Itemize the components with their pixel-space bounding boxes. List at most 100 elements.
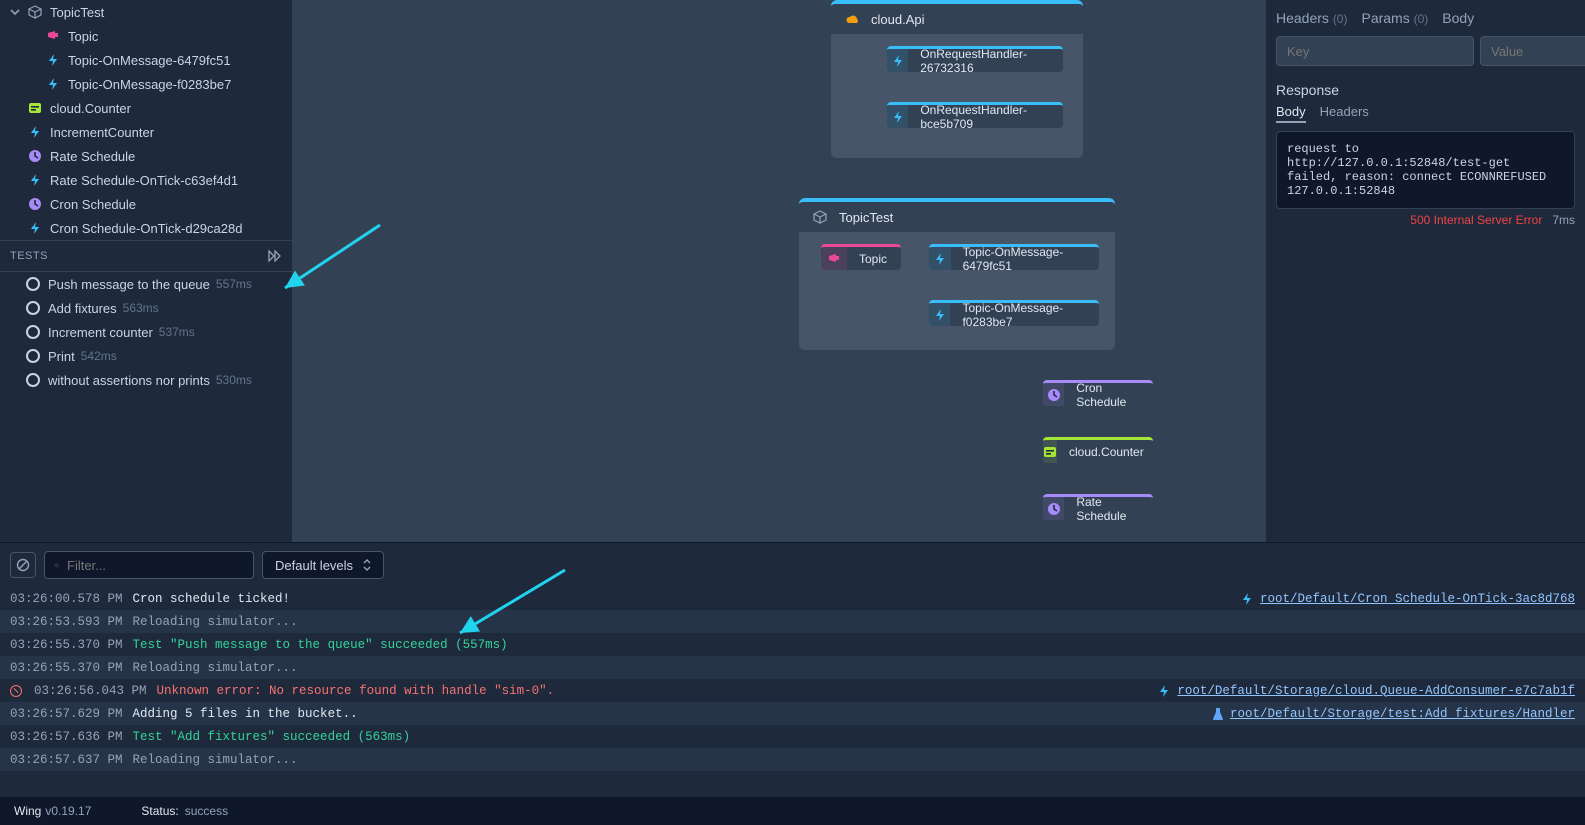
group-header: cloud.Api bbox=[831, 4, 1083, 34]
run-all-tests-icon[interactable] bbox=[268, 250, 282, 262]
log-row: 03:26:57.636 PM Test "Add fixtures" succe… bbox=[0, 725, 1585, 748]
test-item[interactable]: without assertions nor prints530ms bbox=[0, 368, 292, 392]
node-label: Topic bbox=[847, 252, 899, 266]
bolt-icon bbox=[44, 75, 62, 93]
log-source-link[interactable]: root/Default/Storage/test:Add fixtures/H… bbox=[1212, 707, 1575, 721]
graph-canvas[interactable]: cloud.Api OnRequestHandler-26732316 OnRequ… bbox=[293, 0, 1265, 542]
log-source-link[interactable]: root/Default/Cron Schedule-OnTick-3ac8d7… bbox=[1240, 592, 1575, 606]
node-label: cloud.Counter bbox=[1057, 445, 1156, 459]
flask-icon bbox=[1212, 707, 1224, 721]
test-duration: 542ms bbox=[81, 349, 117, 363]
status-bar: Wing v0.19.17 Status: success bbox=[0, 797, 1585, 825]
graph-node[interactable]: Cron Schedule bbox=[1043, 380, 1153, 406]
graph-node[interactable]: Topic-OnMessage-6479fc51 bbox=[929, 244, 1099, 270]
log-row: 03:26:56.043 PMUnknown error: No resourc… bbox=[0, 679, 1585, 702]
tree-item[interactable]: Cron Schedule-OnTick-d29ca28d bbox=[0, 216, 292, 240]
test-label: Increment counter bbox=[48, 325, 153, 340]
log-levels-select[interactable]: Default levels bbox=[262, 551, 384, 579]
log-row: 03:26:57.637 PMReloading simulator... bbox=[0, 748, 1585, 771]
graph-node[interactable]: Topic bbox=[821, 244, 901, 270]
test-item[interactable]: Print542ms bbox=[0, 344, 292, 368]
clock-icon bbox=[26, 147, 44, 165]
log-message: Cron schedule ticked! bbox=[133, 592, 291, 606]
request-tab[interactable]: Params (0) bbox=[1361, 10, 1428, 26]
clock-icon bbox=[26, 195, 44, 213]
tree-item-label: cloud.Counter bbox=[50, 101, 131, 116]
test-status-icon bbox=[26, 277, 40, 291]
test-status-icon bbox=[26, 325, 40, 339]
chevron-down-icon[interactable] bbox=[10, 7, 26, 17]
value-input[interactable] bbox=[1480, 36, 1585, 66]
test-item[interactable]: Add fixtures563ms bbox=[0, 296, 292, 320]
log-message: Reloading simulator... bbox=[133, 615, 298, 629]
graph-node[interactable]: Topic-OnMessage-f0283be7 bbox=[929, 300, 1099, 326]
log-message: Unknown error: No resource found with ha… bbox=[157, 684, 555, 698]
log-row: 03:26:55.370 PMReloading simulator... bbox=[0, 656, 1585, 679]
tests-title: TESTS bbox=[10, 250, 48, 262]
bolt-icon bbox=[1157, 684, 1171, 698]
console-filter[interactable] bbox=[44, 551, 254, 579]
log-row: 03:26:55.370 PMTest "Push message to the… bbox=[0, 633, 1585, 656]
cube-icon bbox=[26, 3, 44, 21]
response-tab[interactable]: Headers bbox=[1320, 104, 1369, 123]
node-label: OnRequestHandler-bce5b709 bbox=[908, 103, 1063, 131]
graph-node[interactable]: Rate Schedule bbox=[1043, 494, 1153, 520]
test-status-icon bbox=[26, 373, 40, 387]
test-item[interactable]: Push message to the queue557ms bbox=[0, 272, 292, 296]
log-message: Test "Add fixtures" succeeded (563ms) bbox=[133, 730, 411, 744]
bolt-icon bbox=[929, 303, 950, 326]
tree-item[interactable]: Cron Schedule bbox=[0, 192, 292, 216]
request-tab[interactable]: Headers (0) bbox=[1276, 10, 1347, 26]
topic-icon bbox=[44, 27, 62, 45]
console-filter-input[interactable] bbox=[67, 558, 243, 573]
log-timestamp: 03:26:55.370 PM bbox=[10, 661, 123, 675]
tree-item-label: Topic bbox=[68, 29, 98, 44]
graph-group[interactable]: cloud.Api bbox=[831, 0, 1083, 158]
response-latency: 7ms bbox=[1552, 213, 1575, 227]
tree-item[interactable]: Rate Schedule-OnTick-c63ef4d1 bbox=[0, 168, 292, 192]
request-tab[interactable]: Body bbox=[1442, 10, 1474, 26]
graph-node[interactable]: OnRequestHandler-bce5b709 bbox=[887, 102, 1063, 128]
log-timestamp: 03:26:00.578 PM bbox=[10, 592, 123, 606]
product-name: Wing bbox=[14, 804, 41, 818]
response-tab[interactable]: Body bbox=[1276, 104, 1306, 123]
log-timestamp: 03:26:57.636 PM bbox=[10, 730, 123, 744]
key-input[interactable] bbox=[1276, 36, 1474, 66]
tree-item-label: Rate Schedule bbox=[50, 149, 135, 164]
tests-section: TESTS Push message to the queue557msAdd … bbox=[0, 240, 292, 392]
test-item[interactable]: Increment counter537ms bbox=[0, 320, 292, 344]
resource-tree: TopicTest Topic Topic-OnMessage-6479fc51 To… bbox=[0, 0, 292, 240]
status-label: Status: bbox=[141, 804, 178, 818]
tree-item[interactable]: Topic bbox=[0, 24, 292, 48]
tree-item[interactable]: TopicTest bbox=[0, 0, 292, 24]
tree-item[interactable]: Topic-OnMessage-f0283be7 bbox=[0, 72, 292, 96]
tree-item-label: Cron Schedule bbox=[50, 197, 136, 212]
test-duration: 557ms bbox=[216, 277, 252, 291]
graph-node[interactable]: OnRequestHandler-26732316 bbox=[887, 46, 1063, 72]
bolt-icon bbox=[26, 171, 44, 189]
bolt-icon bbox=[929, 247, 951, 270]
group-header: TopicTest bbox=[799, 202, 1115, 232]
inspector-panel: Headers (0) Params (0) Body Response Body H… bbox=[1265, 0, 1585, 542]
graph-node[interactable]: cloud.Counter bbox=[1043, 437, 1153, 463]
tree-item[interactable]: Topic-OnMessage-6479fc51 bbox=[0, 48, 292, 72]
clock-icon bbox=[1043, 497, 1064, 520]
response-status-row: 500 Internal Server Error 7ms bbox=[1276, 213, 1575, 227]
bolt-icon bbox=[44, 51, 62, 69]
counter-icon bbox=[26, 99, 44, 117]
log-timestamp: 03:26:53.593 PM bbox=[10, 615, 123, 629]
bolt-icon bbox=[1240, 592, 1254, 606]
node-label: Rate Schedule bbox=[1064, 495, 1153, 523]
test-status-icon bbox=[26, 301, 40, 315]
tree-item[interactable]: cloud.Counter bbox=[0, 96, 292, 120]
clear-console-button[interactable] bbox=[10, 552, 36, 578]
tree-item[interactable]: IncrementCounter bbox=[0, 120, 292, 144]
log-message: Reloading simulator... bbox=[133, 753, 298, 767]
tree-item-label: TopicTest bbox=[50, 5, 104, 20]
response-title: Response bbox=[1276, 82, 1575, 98]
tree-item-label: Topic-OnMessage-f0283be7 bbox=[68, 77, 231, 92]
log-source-link[interactable]: root/Default/Storage/cloud.Queue-AddCons… bbox=[1157, 684, 1575, 698]
group-title: cloud.Api bbox=[871, 12, 924, 27]
tree-item[interactable]: Rate Schedule bbox=[0, 144, 292, 168]
kv-row bbox=[1276, 36, 1575, 66]
